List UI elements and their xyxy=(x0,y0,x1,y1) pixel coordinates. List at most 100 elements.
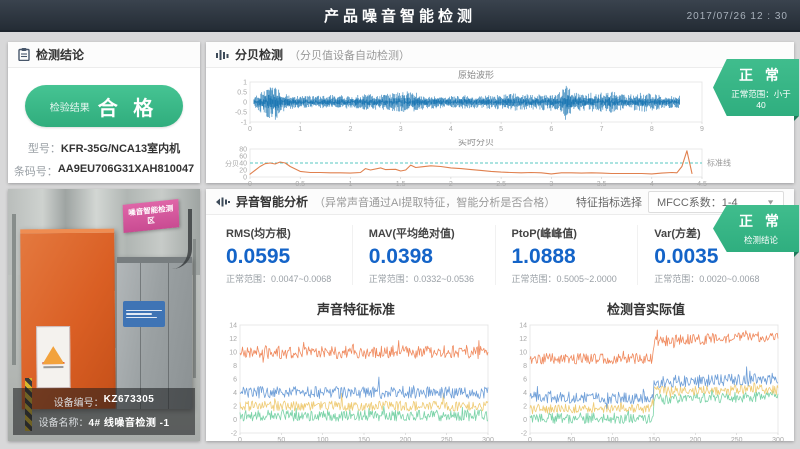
svg-text:2: 2 xyxy=(348,126,352,133)
metric-value: 0.0398 xyxy=(369,245,495,269)
svg-text:4: 4 xyxy=(650,181,654,187)
conclusion-panel-title: 检测结论 xyxy=(36,46,84,63)
svg-text:9: 9 xyxy=(700,126,704,133)
ribbon-fold xyxy=(794,116,799,121)
analysis-charts: 声音特征标准 050100150200250300-202468101214 检… xyxy=(206,291,794,449)
sound-wave-icon xyxy=(216,196,230,208)
volume-bars-icon xyxy=(216,49,229,61)
svg-text:8: 8 xyxy=(650,126,654,133)
decibel-panel-title: 分贝检测 xyxy=(235,46,283,63)
svg-text:6: 6 xyxy=(233,376,237,383)
metric-name: RMS(均方根) xyxy=(226,225,352,241)
decibel-panel: 分贝检测 （分贝值设备自动检测） 012345678910.50-0.5-1原始… xyxy=(206,42,794,183)
analysis-panel: 异音智能分析 （异常声音通过AI提取特征，智能分析是否合格） 特征指标选择 MF… xyxy=(206,189,794,441)
conclusion-panel-header: 检测结论 xyxy=(8,42,200,68)
analysis-status-text: 正 常 xyxy=(727,211,795,231)
device-name-label: 设备名称： xyxy=(38,414,88,429)
svg-text:0: 0 xyxy=(238,437,242,444)
svg-text:2: 2 xyxy=(523,403,527,410)
svg-text:实时分贝: 实时分贝 xyxy=(458,139,494,147)
svg-text:-1: -1 xyxy=(241,119,247,126)
svg-text:0: 0 xyxy=(523,417,527,424)
svg-text:12: 12 xyxy=(519,336,527,343)
svg-text:7: 7 xyxy=(600,126,604,133)
device-id-label: 设备编号： xyxy=(54,394,104,409)
svg-text:0: 0 xyxy=(243,174,247,181)
svg-text:80: 80 xyxy=(239,146,247,153)
metric-value: 0.0595 xyxy=(226,245,352,269)
svg-text:-2: -2 xyxy=(521,430,527,437)
svg-text:10: 10 xyxy=(519,349,527,356)
svg-text:10: 10 xyxy=(229,349,237,356)
svg-text:0.5: 0.5 xyxy=(237,89,247,96)
actual-chart-title: 检测音实际值 xyxy=(506,299,786,318)
barcode-row: 条码号： AA9EU706G31XAH810047 xyxy=(8,163,200,179)
svg-text:原始波形: 原始波形 xyxy=(458,70,494,80)
metric-range: 正常范围：0.0047~0.0068 xyxy=(226,272,352,285)
svg-text:0: 0 xyxy=(243,99,247,106)
device-id-row: 设备编号： KZ673305 xyxy=(17,394,191,409)
conclusion-panel: 检测结论 检验结果 合 格 型号： KFR-35G/NCA13室内机 条码号： … xyxy=(8,42,200,183)
svg-text:6: 6 xyxy=(523,376,527,383)
machine-photo: ! 噪音智能检测区 设备编号： KZ673305 设备名称： xyxy=(8,189,200,441)
sound-feature-standard-chart: 050100150200250300-202468101214 xyxy=(216,318,496,449)
result-label: 检验结果 xyxy=(50,99,90,114)
analysis-panel-title: 异音智能分析 xyxy=(236,193,308,210)
metric-range: 正常范围：0.0332~0.0536 xyxy=(369,272,495,285)
background-column xyxy=(12,214,16,365)
decibel-status-text: 正 常 xyxy=(727,65,795,85)
svg-text:250: 250 xyxy=(731,437,743,444)
svg-text:8: 8 xyxy=(233,363,237,370)
top-bar: 产品噪音智能检测 2017/07/26 12 : 30 xyxy=(0,0,800,32)
device-info-overlay: 设备编号： KZ673305 设备名称： 4# 线噪音检测 -1 xyxy=(13,388,195,435)
svg-text:5: 5 xyxy=(499,126,503,133)
svg-text:-0.5: -0.5 xyxy=(235,109,247,116)
svg-text:40: 40 xyxy=(239,160,247,167)
metric-mav: MAV(平均绝对值) 0.0398 正常范围：0.0332~0.0536 xyxy=(352,225,495,285)
decibel-panel-header: 分贝检测 （分贝值设备自动检测） xyxy=(206,42,794,68)
svg-text:6: 6 xyxy=(549,126,553,133)
svg-text:50: 50 xyxy=(277,437,285,444)
device-name-value: 4# 线噪音检测 -1 xyxy=(88,414,169,429)
svg-text:14: 14 xyxy=(229,322,237,329)
analysis-panel-header: 异音智能分析 （异常声音通过AI提取特征，智能分析是否合格） 特征指标选择 MF… xyxy=(206,189,794,215)
svg-text:100: 100 xyxy=(607,437,619,444)
analysis-status-badge: 正 常 检测结论 xyxy=(713,205,799,252)
model-label: 型号： xyxy=(28,140,61,156)
svg-text:300: 300 xyxy=(772,437,784,444)
decibel-status-badge: 正 常 正常范围：小于40 xyxy=(713,59,799,116)
analysis-panel-subtitle: （异常声音通过AI提取特征，智能分析是否合格） xyxy=(314,194,555,210)
svg-text:0: 0 xyxy=(248,126,252,133)
svg-text:60: 60 xyxy=(239,153,247,160)
feature-selector-label: 特征指标选择 xyxy=(576,194,642,210)
analysis-status-note: 检测结论 xyxy=(727,234,795,246)
barcode-value: AA9EU706G31XAH810047 xyxy=(58,163,194,179)
standard-chart-title: 声音特征标准 xyxy=(216,299,496,318)
report-icon xyxy=(18,48,30,61)
barcode-label: 条码号： xyxy=(14,163,58,179)
gray-cabinet xyxy=(117,257,192,409)
svg-text:3: 3 xyxy=(399,126,403,133)
svg-text:200: 200 xyxy=(689,437,701,444)
result-value: 合 格 xyxy=(98,92,159,121)
svg-text:250: 250 xyxy=(441,437,453,444)
svg-text:12: 12 xyxy=(229,336,237,343)
svg-text:50: 50 xyxy=(567,437,575,444)
svg-text:-2: -2 xyxy=(231,430,237,437)
svg-text:1: 1 xyxy=(298,126,302,133)
svg-text:4: 4 xyxy=(523,390,527,397)
equipment-label-plate xyxy=(123,301,165,327)
svg-text:20: 20 xyxy=(239,167,247,174)
realtime-decibel-chart: 00.511.522.533.544.5020406080实时分贝分贝标准线 xyxy=(212,139,772,187)
raw-waveform-chart: 012345678910.50-0.5-1原始波形 xyxy=(212,70,772,134)
svg-text:标准线: 标准线 xyxy=(707,158,731,168)
ribbon-fold xyxy=(794,252,799,257)
metric-range: 正常范围：0.5005~2.0000 xyxy=(512,272,638,285)
svg-text:分贝: 分贝 xyxy=(225,159,239,168)
device-photo-panel: ! 噪音智能检测区 设备编号： KZ673305 设备名称： xyxy=(8,189,200,441)
orange-cabinet: ! xyxy=(21,229,117,410)
actual-chart-box: 检测音实际值 050100150200250300-202468101214 xyxy=(506,293,786,449)
svg-text:8: 8 xyxy=(523,363,527,370)
background-column xyxy=(193,239,196,378)
device-name-row: 设备名称： 4# 线噪音检测 -1 xyxy=(17,414,191,429)
